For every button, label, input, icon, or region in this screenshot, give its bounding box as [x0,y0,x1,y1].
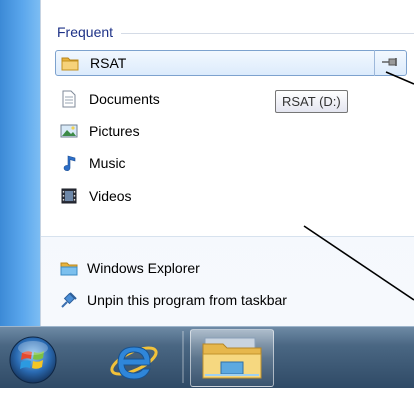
unpin-icon [59,290,79,310]
item-label: Videos [89,188,132,204]
windows-orb-icon [9,336,57,384]
item-label: Documents [89,91,160,107]
pin-button[interactable] [374,50,406,76]
jumplist-item-videos[interactable]: Videos [55,183,407,209]
videos-icon [59,186,79,206]
task-unpin-from-taskbar[interactable]: Unpin this program from taskbar [55,288,407,312]
music-icon [59,153,79,173]
frequent-header-label: Frequent [57,24,114,40]
recent-items-pane: Frequent RSAT Documents Pictures Music V… [41,0,414,237]
item-label: RSAT [90,55,127,71]
item-tooltip: RSAT (D:) [275,90,348,113]
start-button[interactable] [6,331,60,385]
jumplist-item-documents[interactable]: Documents [55,86,407,112]
frequent-section-header: Frequent [57,22,414,42]
task-windows-explorer[interactable]: Windows Explorer [55,256,407,280]
windows-explorer-button[interactable] [190,329,274,387]
pin-icon [381,54,401,72]
item-label: Pictures [89,123,140,139]
windows-explorer-icon [59,258,79,278]
jumplist-item-pictures[interactable]: Pictures [55,118,407,144]
taskbar-separator [182,331,184,383]
aero-left-strip [0,0,40,326]
taskbar [0,326,414,388]
internet-explorer-button[interactable] [104,331,164,385]
jumplist-item-music[interactable]: Music [55,150,407,176]
ie-icon [110,346,158,380]
pictures-icon [59,121,79,141]
jump-list: Frequent RSAT Documents Pictures Music V… [40,0,414,326]
folder-library-icon [202,337,262,379]
task-label: Unpin this program from taskbar [87,292,287,308]
jumplist-item-rsat[interactable]: RSAT [55,50,407,76]
folder-icon [60,53,80,73]
header-divider [121,32,414,34]
document-icon [59,89,79,109]
task-label: Windows Explorer [87,260,200,276]
item-label: Music [89,155,126,171]
